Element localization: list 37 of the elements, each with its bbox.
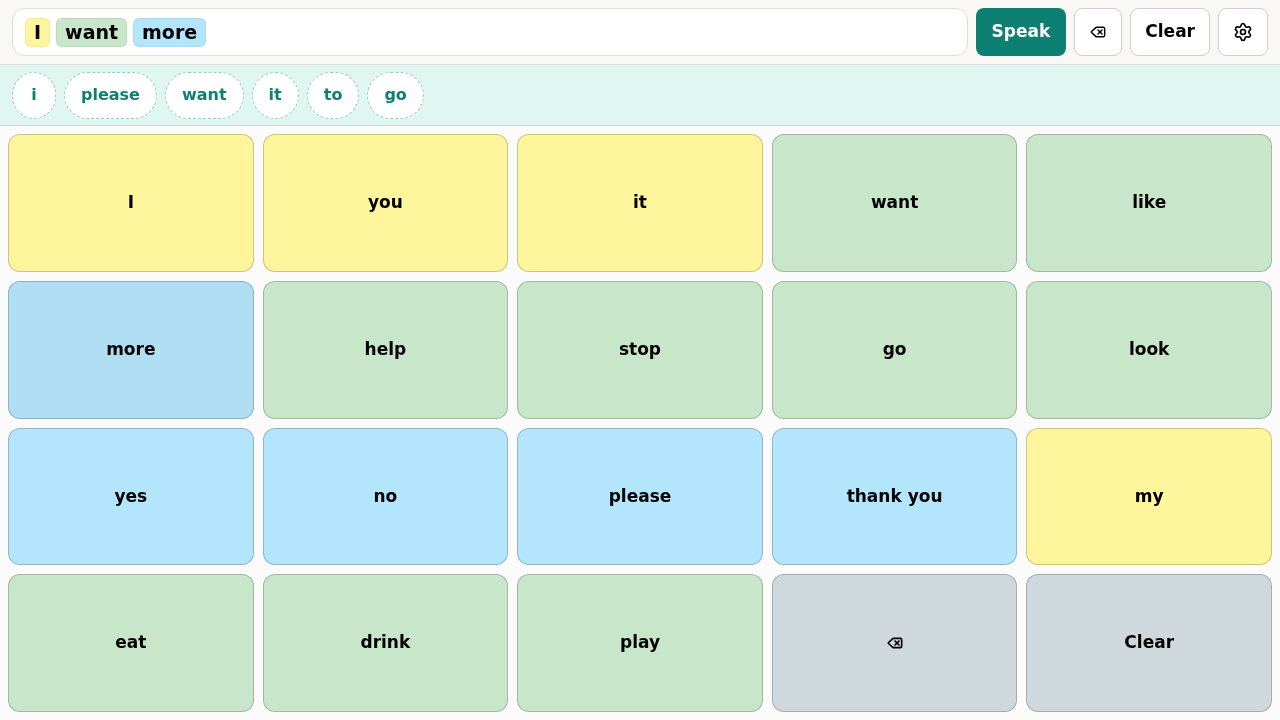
message-field[interactable]: I want more bbox=[12, 8, 968, 56]
word-tile[interactable]: it bbox=[517, 134, 763, 272]
suggestion-chip[interactable]: want bbox=[164, 71, 244, 119]
speak-button[interactable]: Speak bbox=[975, 8, 1067, 56]
backspace-icon bbox=[886, 635, 903, 652]
settings-icon bbox=[1233, 22, 1253, 42]
word-tile[interactable]: more bbox=[8, 280, 254, 419]
word-tile[interactable]: want bbox=[771, 134, 1018, 272]
suggestion-chip[interactable]: to bbox=[306, 71, 360, 119]
word-tile[interactable]: thank you bbox=[771, 427, 1018, 566]
suggestion-chip[interactable]: it bbox=[251, 71, 299, 119]
suggestion-chip[interactable]: go bbox=[367, 71, 424, 119]
word-tile[interactable]: drink bbox=[262, 574, 509, 712]
word-tile[interactable]: yes bbox=[8, 427, 254, 566]
word-tile[interactable]: you bbox=[262, 134, 509, 272]
message-word: I bbox=[25, 17, 51, 47]
word-tile[interactable]: eat bbox=[8, 574, 254, 712]
word-tile[interactable]: like bbox=[1026, 134, 1272, 272]
word-tile[interactable]: Clear bbox=[1026, 574, 1272, 712]
word-tile[interactable]: go bbox=[771, 280, 1018, 419]
message-word: more bbox=[133, 17, 207, 47]
backspace-icon bbox=[1090, 24, 1107, 40]
suggestion-chip[interactable]: i bbox=[12, 71, 56, 119]
backspace-button[interactable] bbox=[1074, 8, 1123, 56]
word-tile[interactable]: I bbox=[8, 134, 254, 272]
settings-button[interactable] bbox=[1218, 8, 1268, 56]
clear-button[interactable]: Clear bbox=[1130, 8, 1210, 56]
word-tile[interactable]: look bbox=[1026, 280, 1272, 419]
word-tile[interactable]: stop bbox=[517, 280, 763, 419]
word-tile[interactable]: please bbox=[517, 427, 763, 566]
backspace-tile[interactable] bbox=[771, 574, 1018, 712]
suggestion-chip[interactable]: please bbox=[64, 71, 157, 119]
word-tile[interactable]: play bbox=[517, 574, 763, 712]
word-tile[interactable]: help bbox=[262, 280, 509, 419]
word-tile[interactable]: my bbox=[1026, 427, 1272, 566]
word-tile[interactable]: no bbox=[262, 427, 509, 566]
message-word: want bbox=[56, 17, 128, 47]
